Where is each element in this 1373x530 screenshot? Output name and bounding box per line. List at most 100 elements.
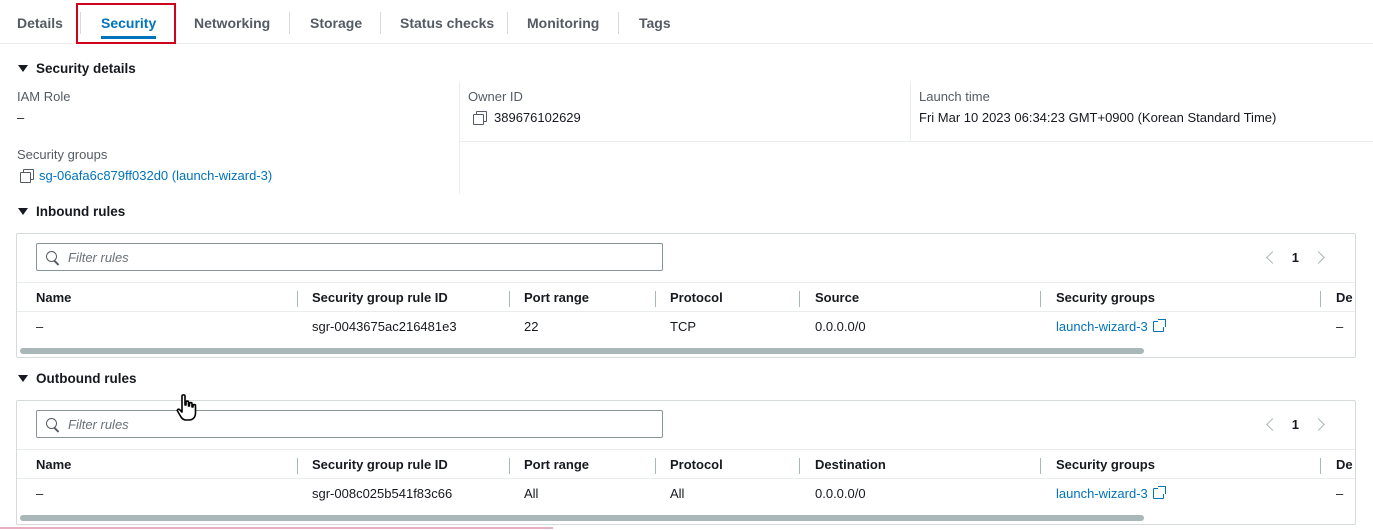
search-icon	[45, 250, 60, 265]
external-link-icon[interactable]	[1152, 319, 1166, 332]
chevron-right-icon[interactable]	[1311, 415, 1329, 433]
page-number[interactable]: 1	[1292, 417, 1299, 432]
iam-role-value: –	[17, 110, 25, 125]
copy-icon[interactable]	[473, 111, 487, 125]
inbound-table-header: Name Security group rule ID Port range P…	[17, 282, 1355, 312]
column-header-description[interactable]: De	[1336, 283, 1353, 313]
owner-id-text: 389676102629	[494, 110, 581, 125]
table-row[interactable]: – sgr-0043675ac216481e3 22 TCP 0.0.0.0/0…	[17, 312, 1355, 342]
column-header-security-groups[interactable]: Security groups	[1056, 450, 1155, 480]
launch-time-value: Fri Mar 10 2023 06:34:23 GMT+0900 (Korea…	[919, 110, 1277, 125]
caret-down-icon	[18, 375, 28, 382]
owner-id-label: Owner ID	[468, 89, 523, 104]
security-groups-value: sg-06afa6c879ff032d0 (launch-wizard-3)	[20, 168, 272, 183]
chevron-right-icon[interactable]	[1311, 248, 1329, 266]
tab-bar: Details Security Networking Storage Stat…	[0, 0, 1373, 44]
table-row[interactable]: – sgr-008c025b541f83c66 All All 0.0.0.0/…	[17, 479, 1355, 509]
tab-details[interactable]: Details	[17, 5, 63, 41]
security-details-title: Security details	[36, 61, 136, 76]
cell-description: –	[1336, 486, 1344, 501]
cell-description: –	[1336, 319, 1344, 334]
launch-time-label: Launch time	[919, 89, 990, 104]
cell-protocol: TCP	[670, 319, 696, 334]
column-resizer[interactable]	[509, 291, 510, 307]
column-header-security-groups[interactable]: Security groups	[1056, 283, 1155, 313]
tab-monitoring[interactable]: Monitoring	[527, 5, 599, 41]
outbound-rules-panel: 1 Name Security group rule ID Port range…	[16, 400, 1356, 525]
security-groups-label: Security groups	[17, 147, 108, 162]
bottom-accent-line	[0, 527, 553, 529]
column-resizer[interactable]	[655, 458, 656, 474]
column-resizer[interactable]	[799, 291, 800, 307]
tab-tags[interactable]: Tags	[639, 5, 671, 41]
cell-port-range: All	[524, 486, 539, 501]
cell-rule-id: sgr-008c025b541f83c66	[312, 486, 453, 501]
tab-networking[interactable]: Networking	[194, 5, 270, 41]
outbound-filter-field[interactable]	[36, 410, 663, 438]
column-header-description[interactable]: De	[1336, 450, 1353, 480]
column-resizer[interactable]	[1040, 291, 1041, 307]
chevron-left-icon[interactable]	[1262, 248, 1280, 266]
column-header-port-range[interactable]: Port range	[524, 450, 589, 480]
column-header-protocol[interactable]: Protocol	[670, 450, 723, 480]
inbound-filter-field[interactable]	[36, 243, 663, 271]
column-header-port-range[interactable]: Port range	[524, 283, 589, 313]
horizontal-scrollbar[interactable]	[20, 515, 1144, 521]
column-header-name[interactable]: Name	[36, 283, 71, 313]
security-group-link[interactable]: launch-wizard-3	[1056, 319, 1148, 334]
caret-down-icon	[18, 208, 28, 215]
horizontal-scrollbar[interactable]	[20, 348, 1144, 354]
outbound-filter-input[interactable]	[68, 416, 628, 432]
tab-separator	[380, 12, 381, 34]
hand-cursor-icon	[176, 394, 197, 421]
tab-separator	[507, 12, 508, 34]
inbound-rules-panel: 1 Name Security group rule ID Port range…	[16, 233, 1356, 358]
inbound-filter-input[interactable]	[68, 249, 628, 265]
outbound-table-header: Name Security group rule ID Port range P…	[17, 449, 1355, 479]
column-header-source[interactable]: Source	[815, 283, 859, 313]
divider	[460, 141, 1373, 142]
cell-destination: 0.0.0.0/0	[815, 486, 866, 501]
tab-security[interactable]: Security	[101, 5, 157, 41]
copy-icon[interactable]	[20, 169, 34, 183]
tab-storage[interactable]: Storage	[310, 5, 362, 41]
security-group-link[interactable]: launch-wizard-3	[1056, 486, 1148, 501]
cell-source: 0.0.0.0/0	[815, 319, 866, 334]
inbound-pagination: 1	[1262, 248, 1329, 266]
outbound-pagination: 1	[1262, 415, 1329, 433]
cell-rule-id: sgr-0043675ac216481e3	[312, 319, 457, 334]
cell-security-group: launch-wizard-3	[1056, 312, 1166, 342]
column-resizer[interactable]	[509, 458, 510, 474]
page-number[interactable]: 1	[1292, 250, 1299, 265]
cell-security-group: launch-wizard-3	[1056, 479, 1166, 509]
column-header-destination[interactable]: Destination	[815, 450, 886, 480]
column-resizer[interactable]	[297, 458, 298, 474]
outbound-rules-header[interactable]: Outbound rules	[18, 371, 137, 386]
cell-name: –	[36, 319, 44, 334]
column-resizer[interactable]	[297, 291, 298, 307]
column-header-protocol[interactable]: Protocol	[670, 283, 723, 313]
column-header-rule-id[interactable]: Security group rule ID	[312, 450, 448, 480]
column-resizer[interactable]	[1320, 458, 1321, 474]
caret-down-icon	[18, 65, 28, 72]
column-header-rule-id[interactable]: Security group rule ID	[312, 283, 448, 313]
tab-separator	[618, 12, 619, 34]
external-link-icon[interactable]	[1152, 486, 1166, 499]
cell-port-range: 22	[524, 319, 539, 334]
column-divider	[910, 82, 911, 142]
column-resizer[interactable]	[1320, 291, 1321, 307]
column-divider	[459, 82, 460, 194]
security-details-header[interactable]: Security details	[18, 61, 136, 76]
column-resizer[interactable]	[655, 291, 656, 307]
tab-status-checks[interactable]: Status checks	[400, 5, 494, 41]
column-resizer[interactable]	[1040, 458, 1041, 474]
search-icon	[45, 417, 60, 432]
inbound-rules-title: Inbound rules	[36, 204, 126, 219]
cell-name: –	[36, 486, 44, 501]
outbound-rules-title: Outbound rules	[36, 371, 137, 386]
column-resizer[interactable]	[799, 458, 800, 474]
chevron-left-icon[interactable]	[1262, 415, 1280, 433]
security-group-link[interactable]: sg-06afa6c879ff032d0 (launch-wizard-3)	[39, 168, 272, 183]
column-header-name[interactable]: Name	[36, 450, 71, 480]
inbound-rules-header[interactable]: Inbound rules	[18, 204, 125, 219]
